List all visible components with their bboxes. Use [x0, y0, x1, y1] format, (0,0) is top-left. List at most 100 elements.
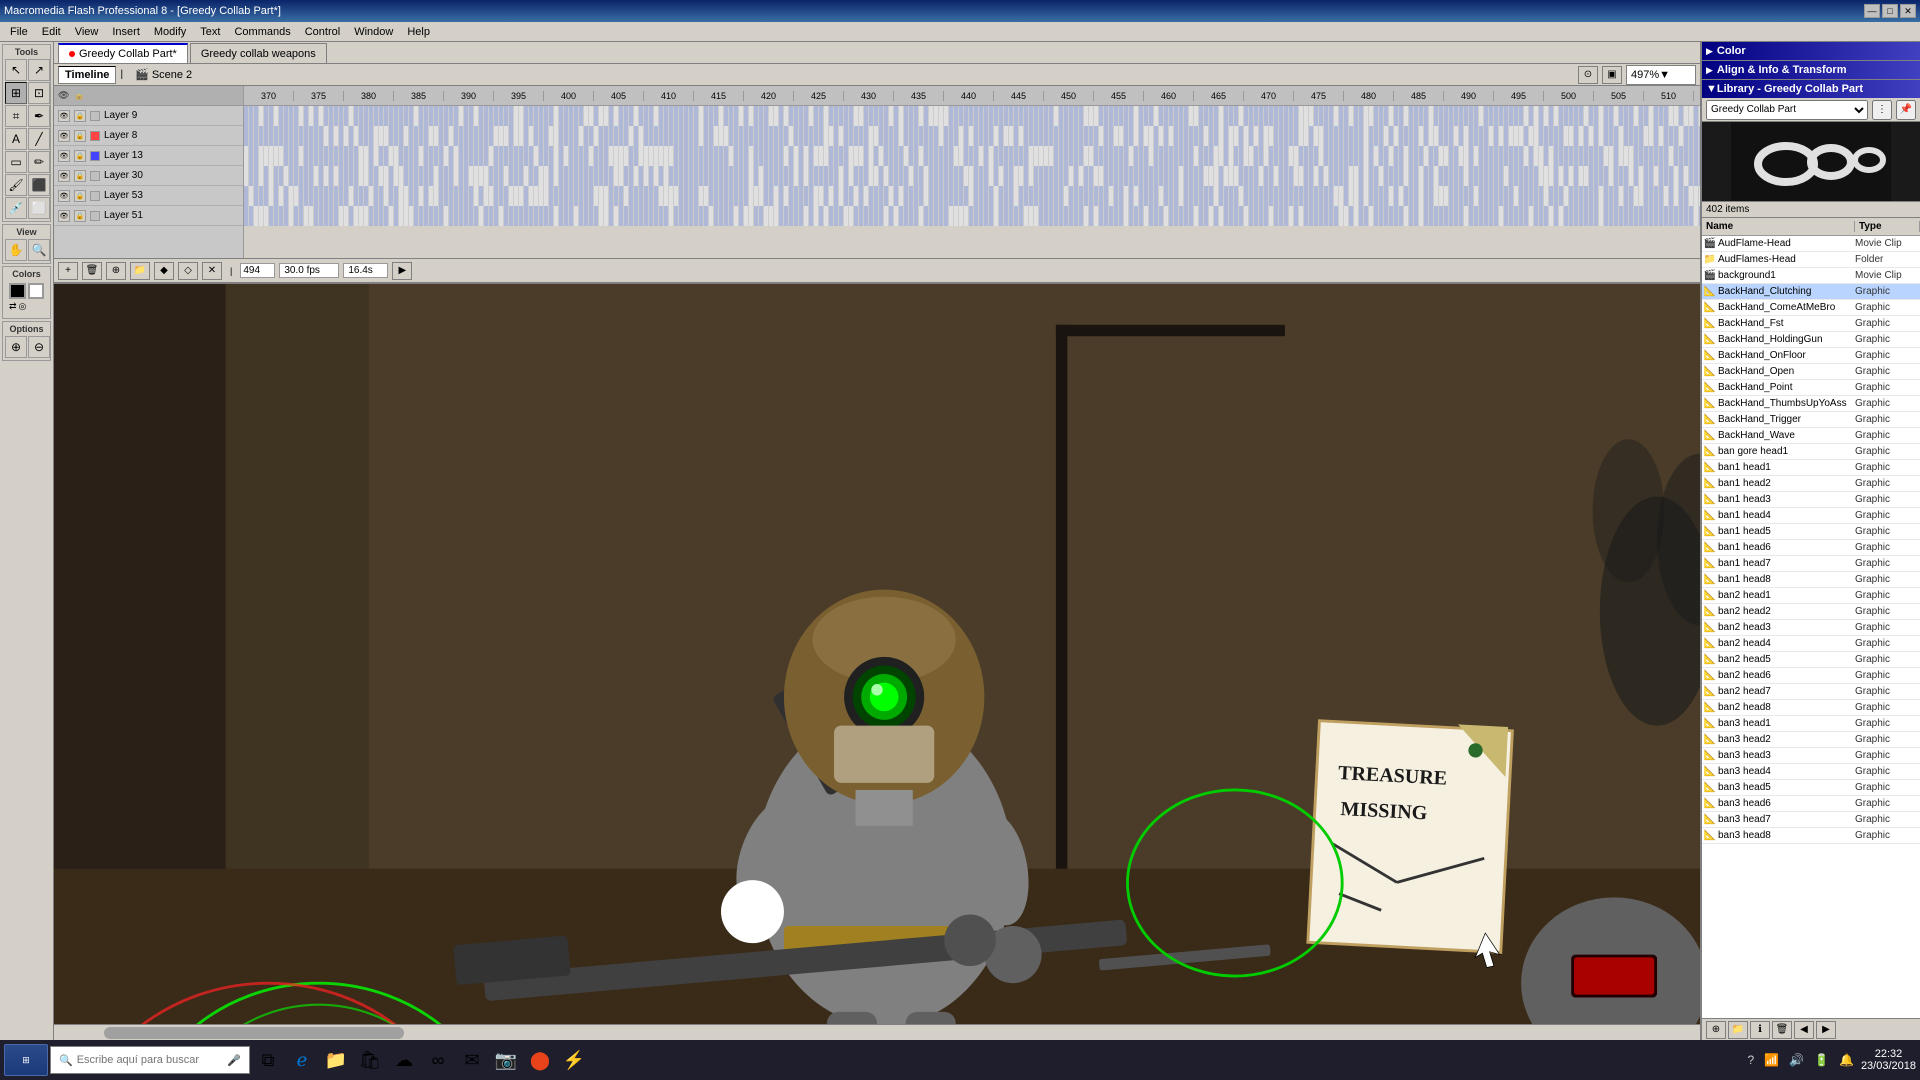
menu-item-view[interactable]: View: [69, 24, 105, 40]
fill-color[interactable]: [28, 283, 45, 299]
layer-lock[interactable]: 🔒: [74, 210, 86, 222]
library-item[interactable]: 📐 ban2 head4 Graphic: [1702, 636, 1920, 652]
library-item[interactable]: 📐 ban3 head5 Graphic: [1702, 780, 1920, 796]
library-pin-button[interactable]: 📌: [1896, 100, 1916, 120]
frame-cell[interactable]: [1699, 206, 1700, 226]
layer-row[interactable]: 👁 🔒 Layer 51: [54, 206, 243, 226]
search-bar[interactable]: 🔍 🎤: [50, 1046, 250, 1074]
lib-properties-button[interactable]: ℹ: [1750, 1021, 1770, 1039]
layer-lock[interactable]: 🔒: [74, 110, 86, 122]
color-panel-header[interactable]: ▶ Color: [1702, 42, 1920, 60]
library-options-button[interactable]: ⋮: [1872, 100, 1892, 120]
hand-tool[interactable]: ✋: [5, 239, 27, 261]
layer-lock[interactable]: 🔒: [74, 130, 86, 142]
lasso-tool[interactable]: ⌗: [5, 105, 27, 127]
fill-tool[interactable]: ⬛: [28, 174, 50, 196]
zoom-out-option[interactable]: ⊖: [28, 336, 50, 358]
library-item[interactable]: 📁 AudFlames-Head Folder: [1702, 252, 1920, 268]
lib-arrow-left[interactable]: ◀: [1794, 1021, 1814, 1039]
library-item[interactable]: 📐 BackHand_Fst Graphic: [1702, 316, 1920, 332]
stroke-color[interactable]: [9, 283, 26, 299]
edge-browser-icon[interactable]: ℯ: [286, 1044, 318, 1076]
pencil-tool[interactable]: ✏: [28, 151, 50, 173]
library-item[interactable]: 📐 BackHand_Open Graphic: [1702, 364, 1920, 380]
menu-item-file[interactable]: File: [4, 24, 34, 40]
menu-item-insert[interactable]: Insert: [106, 24, 146, 40]
library-item[interactable]: 📐 ban3 head2 Graphic: [1702, 732, 1920, 748]
lib-new-symbol-button[interactable]: ⊕: [1706, 1021, 1726, 1039]
notification-icon[interactable]: 🔔: [1836, 1053, 1857, 1067]
layer-row[interactable]: 👁 🔒 Layer 53: [54, 186, 243, 206]
library-item[interactable]: 📐 ban1 head7 Graphic: [1702, 556, 1920, 572]
frame-cell[interactable]: [1699, 166, 1700, 186]
eye-icon[interactable]: 👁: [58, 90, 69, 101]
layer-visibility[interactable]: 👁: [58, 190, 70, 202]
library-item[interactable]: 📐 ban1 head6 Graphic: [1702, 540, 1920, 556]
volume-icon[interactable]: 🔊: [1786, 1053, 1807, 1067]
flash-icon[interactable]: ⚡: [558, 1044, 590, 1076]
menu-item-window[interactable]: Window: [348, 24, 399, 40]
library-item[interactable]: 📐 BackHand_Trigger Graphic: [1702, 412, 1920, 428]
library-item[interactable]: 📐 ban3 head8 Graphic: [1702, 828, 1920, 844]
store-icon[interactable]: 🛍: [354, 1044, 386, 1076]
layer-visibility[interactable]: 👁: [58, 170, 70, 182]
tl-icon-1[interactable]: ⊙: [1578, 66, 1598, 84]
lib-delete-button[interactable]: 🗑: [1772, 1021, 1792, 1039]
pen-tool[interactable]: ✒: [28, 105, 50, 127]
library-item[interactable]: 📐 BackHand_Point Graphic: [1702, 380, 1920, 396]
library-panel-header[interactable]: ▼ Library - Greedy Collab Part: [1702, 80, 1920, 98]
frame-number-input[interactable]: [240, 263, 275, 278]
library-item[interactable]: 📐 BackHand_HoldingGun Graphic: [1702, 332, 1920, 348]
menu-item-edit[interactable]: Edit: [36, 24, 67, 40]
layer-row[interactable]: 👁 🔒 Layer 13: [54, 146, 243, 166]
layer-row[interactable]: 👁 🔒 Layer 8: [54, 126, 243, 146]
library-item[interactable]: 📐 ban2 head1 Graphic: [1702, 588, 1920, 604]
library-item[interactable]: 📐 ban1 head2 Graphic: [1702, 476, 1920, 492]
distort-tool[interactable]: ⊡: [28, 82, 50, 104]
library-item[interactable]: 📐 ban gore head1 Graphic: [1702, 444, 1920, 460]
lock-icon[interactable]: 🔒: [73, 90, 84, 101]
frames-area[interactable]: 3703753803853903954004054104154204254304…: [244, 86, 1700, 258]
layer-visibility[interactable]: 👁: [58, 150, 70, 162]
task-view-button[interactable]: ⧉: [252, 1044, 284, 1076]
menu-item-help[interactable]: Help: [401, 24, 436, 40]
frame-cell[interactable]: [1699, 186, 1700, 206]
library-item[interactable]: 📐 ban2 head3 Graphic: [1702, 620, 1920, 636]
library-item[interactable]: 📐 ban2 head5 Graphic: [1702, 652, 1920, 668]
library-item[interactable]: 📐 BackHand_ComeAtMeBro Graphic: [1702, 300, 1920, 316]
horizontal-scrollbar[interactable]: [54, 1024, 1700, 1040]
add-layer-button[interactable]: +: [58, 262, 78, 280]
zoom-dropdown-arrow[interactable]: ▼: [1659, 69, 1670, 81]
layer-lock[interactable]: 🔒: [74, 150, 86, 162]
zoom-tool[interactable]: 🔍: [28, 239, 50, 261]
library-item[interactable]: 🎬 background1 Movie Clip: [1702, 268, 1920, 284]
library-item[interactable]: 📐 BackHand_Clutching Graphic: [1702, 284, 1920, 300]
default-colors[interactable]: ◎: [19, 301, 27, 312]
frame-cell[interactable]: [1699, 106, 1700, 126]
clock[interactable]: 22:32 23/03/2018: [1861, 1048, 1916, 1072]
library-item[interactable]: 📐 ban1 head4 Graphic: [1702, 508, 1920, 524]
menu-item-modify[interactable]: Modify: [148, 24, 192, 40]
close-button[interactable]: ✕: [1900, 4, 1916, 18]
scroll-thumb[interactable]: [104, 1027, 404, 1039]
library-item[interactable]: 📐 ban1 head5 Graphic: [1702, 524, 1920, 540]
align-panel-header[interactable]: ▶ Align & Info & Transform: [1702, 61, 1920, 79]
zoom-in-option[interactable]: ⊕: [5, 336, 27, 358]
question-icon[interactable]: ?: [1744, 1053, 1757, 1067]
app-icon-1[interactable]: ☁: [388, 1044, 420, 1076]
eraser-tool[interactable]: ⬜: [28, 197, 50, 219]
lib-arrow-right[interactable]: ▶: [1816, 1021, 1836, 1039]
library-item[interactable]: 📐 ban3 head3 Graphic: [1702, 748, 1920, 764]
maximize-button[interactable]: □: [1882, 4, 1898, 18]
microphone-icon[interactable]: 🎤: [227, 1054, 241, 1067]
arrow-tool[interactable]: ↖: [5, 59, 27, 81]
library-select[interactable]: Greedy Collab Part: [1706, 100, 1868, 120]
library-item[interactable]: 📐 BackHand_ThumbsUpYoAss Graphic: [1702, 396, 1920, 412]
play-button[interactable]: ▶: [392, 262, 412, 280]
file-explorer-icon[interactable]: 📁: [320, 1044, 352, 1076]
library-item[interactable]: 📐 ban2 head6 Graphic: [1702, 668, 1920, 684]
library-item[interactable]: 📐 ban3 head1 Graphic: [1702, 716, 1920, 732]
eyedropper-tool[interactable]: 💉: [5, 197, 27, 219]
layer-lock[interactable]: 🔒: [74, 170, 86, 182]
library-item[interactable]: 📐 BackHand_OnFloor Graphic: [1702, 348, 1920, 364]
